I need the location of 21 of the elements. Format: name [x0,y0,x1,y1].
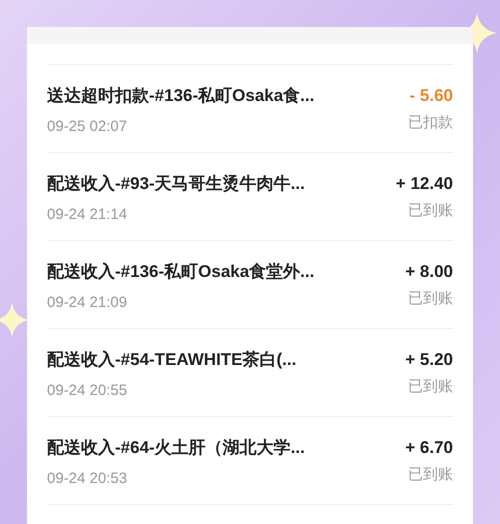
transaction-time: 09-24 20:55 [47,381,128,401]
transaction-title: 送达超时扣款-#136-私町Osaka食... [47,85,314,107]
transaction-time: 09-24 21:09 [47,293,128,313]
transaction-amount: + 5.20 [405,349,453,371]
transaction-time: 09-24 20:53 [47,469,128,489]
transaction-title: 配送收入-#93-天马哥生烫牛肉牛... [47,173,305,195]
transaction-amount: - 5.60 [410,85,453,107]
transaction-amount: + 8.00 [405,261,453,283]
transaction-title: 配送收入-#64-火土肝（湖北大学... [47,437,305,459]
transaction-amount: + 6.70 [405,437,453,459]
transaction-status: 已到账 [408,201,453,221]
star-decoration-icon [0,300,30,340]
transaction-title: 配送收入-#54-TEAWHITE茶白(... [47,349,296,371]
transaction-title: 配送收入-#136-私町Osaka食堂外... [47,261,314,283]
transaction-status: 已到账 [408,465,453,485]
transaction-time: 09-24 21:14 [47,205,128,225]
transaction-status: 已扣款 [408,113,453,133]
transaction-amount: + 12.40 [396,173,453,195]
transaction-time: 09-25 02:07 [47,117,128,137]
transaction-status: 已到账 [408,377,453,397]
transaction-status: 已到账 [408,289,453,309]
